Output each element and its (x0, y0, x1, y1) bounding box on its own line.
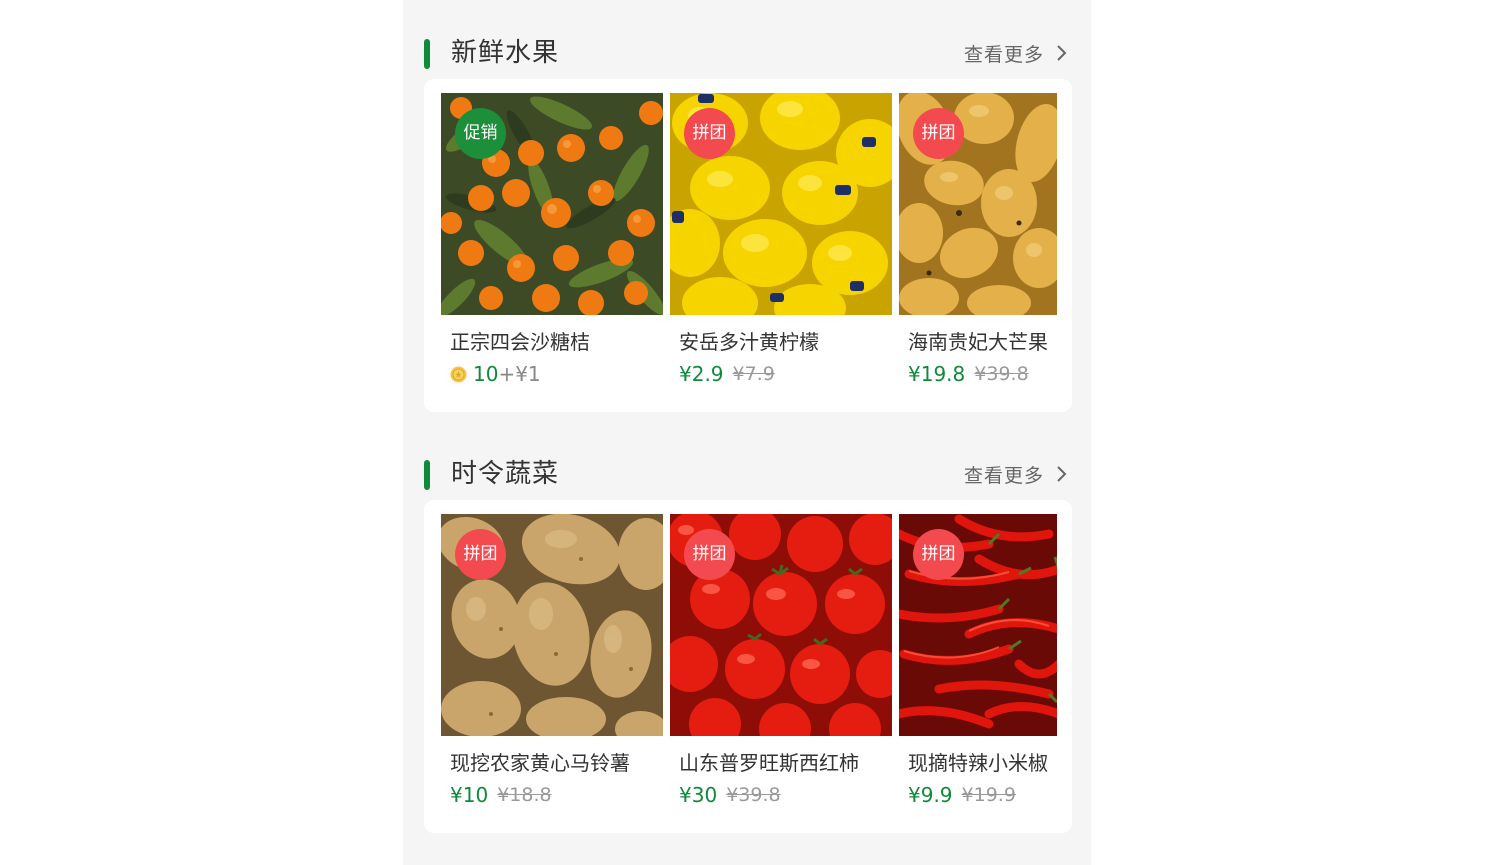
section-fresh-fruits: 新鲜水果 查看更多 促销 正宗四会沙糖桔 10 +¥1 拼团 安岳多汁黄柠檬 ¥… (424, 33, 1072, 412)
plus-price: +¥1 (498, 362, 541, 386)
view-more-link[interactable]: 查看更多 (964, 454, 1072, 494)
product-name: 安岳多汁黄柠檬 (679, 330, 819, 354)
product-image-potatoes: 拼团 (441, 514, 663, 736)
product-item[interactable]: 拼团 安岳多汁黄柠檬 ¥2.9 ¥7.9 (670, 93, 892, 388)
sale-price: ¥9.9 (908, 783, 953, 807)
original-price: ¥19.9 (961, 784, 1016, 806)
section-accent-bar (424, 460, 430, 490)
chevron-right-icon (1057, 466, 1067, 482)
product-image-yellow-lemons: 拼团 (670, 93, 892, 315)
product-item[interactable]: 拼团 山东普罗旺斯西红柿 ¥30 ¥39.8 (670, 514, 892, 809)
app-screen: 新鲜水果 查看更多 促销 正宗四会沙糖桔 10 +¥1 拼团 安岳多汁黄柠檬 ¥… (403, 0, 1091, 865)
section-accent-bar (424, 39, 430, 69)
original-price: ¥18.8 (497, 784, 552, 806)
group-buy-badge: 拼团 (913, 529, 964, 580)
product-name: 现挖农家黄心马铃薯 (450, 751, 630, 775)
sale-price: ¥30 (679, 783, 718, 807)
product-image-tomatoes: 拼团 (670, 514, 892, 736)
original-price: ¥39.8 (726, 784, 781, 806)
promo-badge: 促销 (455, 108, 506, 159)
product-image-red-chili-peppers: 拼团 (899, 514, 1057, 736)
product-name: 海南贵妃大芒果 (908, 330, 1048, 354)
section-seasonal-vegetables: 时令蔬菜 查看更多 拼团 现挖农家黄心马铃薯 ¥10 ¥18.8 拼团 山东普罗… (424, 454, 1072, 833)
section-title: 时令蔬菜 (451, 459, 560, 489)
product-item[interactable]: 拼团 现摘特辣小米椒 ¥9.9 ¥19.9 (899, 514, 1072, 809)
gold-coin-icon (450, 366, 467, 382)
chevron-right-icon (1057, 45, 1067, 61)
original-price: ¥39.8 (974, 363, 1029, 385)
view-more-label: 查看更多 (963, 464, 1044, 487)
section-header: 新鲜水果 查看更多 (424, 33, 1072, 73)
group-buy-badge: 拼团 (455, 529, 506, 580)
sale-price: ¥10 (450, 783, 489, 807)
price-row: ¥10 ¥18.8 (441, 781, 663, 809)
price-row: ¥2.9 ¥7.9 (670, 360, 892, 388)
section-header: 时令蔬菜 查看更多 (424, 454, 1072, 494)
sale-price: ¥19.8 (908, 362, 966, 386)
price-row: ¥30 ¥39.8 (670, 781, 892, 809)
view-more-label: 查看更多 (963, 43, 1044, 66)
price-row: ¥9.9 ¥19.9 (899, 781, 1072, 809)
group-buy-badge: 拼团 (684, 108, 735, 159)
product-image-mangoes: 拼团 (899, 93, 1057, 315)
group-buy-badge: 拼团 (684, 529, 735, 580)
price-row: ¥19.8 ¥39.8 (899, 360, 1072, 388)
view-more-link[interactable]: 查看更多 (964, 33, 1072, 73)
product-image-mandarin-oranges: 促销 (441, 93, 663, 315)
group-buy-badge: 拼团 (913, 108, 964, 159)
product-item[interactable]: 拼团 海南贵妃大芒果 ¥19.8 ¥39.8 (899, 93, 1072, 388)
product-item[interactable]: 促销 正宗四会沙糖桔 10 +¥1 (441, 93, 663, 388)
product-item[interactable]: 拼团 现挖农家黄心马铃薯 ¥10 ¥18.8 (441, 514, 663, 809)
product-card-panel: 拼团 现挖农家黄心马铃薯 ¥10 ¥18.8 拼团 山东普罗旺斯西红柿 ¥30 … (424, 500, 1072, 833)
price-row: 10 +¥1 (441, 360, 663, 388)
product-name: 现摘特辣小米椒 (908, 751, 1048, 775)
section-title: 新鲜水果 (451, 38, 560, 68)
sale-price: ¥2.9 (679, 362, 724, 386)
product-name: 山东普罗旺斯西红柿 (679, 751, 859, 775)
product-name: 正宗四会沙糖桔 (450, 330, 590, 354)
original-price: ¥7.9 (732, 363, 775, 385)
points-value: 10 (473, 362, 499, 386)
product-card-panel: 促销 正宗四会沙糖桔 10 +¥1 拼团 安岳多汁黄柠檬 ¥2.9 ¥7.9 拼… (424, 79, 1072, 412)
